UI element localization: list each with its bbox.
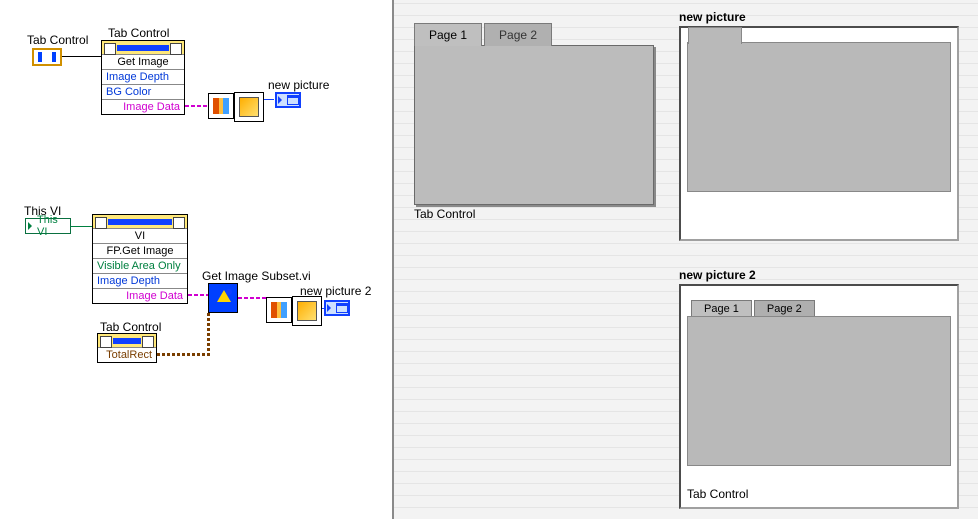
tab-page-1[interactable]: Page 1 (414, 23, 482, 46)
new-picture-label: new picture (268, 78, 329, 92)
new-picture-2-display[interactable]: Page 1 Page 2 Tab Control (679, 284, 959, 509)
wire-rect-v (207, 313, 210, 356)
property-node-total-rect[interactable]: TotalRect (97, 333, 157, 363)
wire (62, 56, 101, 57)
new-picture-caption: new picture (679, 10, 959, 24)
captured-tab-image-2 (687, 316, 951, 466)
new-picture-indicator[interactable] (275, 92, 301, 108)
new-picture-2-label: new picture 2 (300, 284, 371, 298)
wire-picture (264, 99, 274, 100)
vi-class: VI (93, 229, 187, 244)
method-fp-get-image: FP.Get Image (93, 244, 187, 259)
param-image-depth-2: Image Depth (93, 274, 187, 289)
method-get-image: Get Image (102, 55, 184, 70)
tab-control[interactable]: Page 1 Page 2 Tab Control (414, 22, 654, 221)
tab-control-caption: Tab Control (414, 207, 654, 221)
new-picture-2-caption: new picture 2 (679, 268, 959, 282)
get-image-subset-label: Get Image Subset.vi (202, 269, 311, 283)
wire-image-data-2 (188, 294, 208, 296)
captured-tab-image (687, 42, 951, 192)
draw-flattened-pixmap-icon-2[interactable] (266, 297, 292, 323)
captured-tab-page-2: Page 2 (754, 300, 815, 317)
invoke-node-title-top: Tab Control (108, 26, 169, 40)
output-image-data-2: Image Data (93, 289, 187, 303)
this-vi-reference[interactable]: This VI (25, 218, 71, 234)
new-picture-2-indicator[interactable] (324, 300, 350, 316)
wire-vi-ref (71, 226, 93, 227)
param-visible-area: Visible Area Only (93, 259, 187, 274)
new-picture-display[interactable] (679, 26, 959, 241)
get-image-subset-subvi[interactable] (208, 283, 238, 313)
captured-tab-caption: Tab Control (687, 487, 748, 501)
wire-subset-out (238, 297, 266, 299)
output-image-data: Image Data (102, 100, 184, 114)
tab-control-terminal[interactable] (32, 48, 62, 66)
prop-total-rect: TotalRect (98, 348, 156, 362)
captured-tab-page-1: Page 1 (691, 300, 752, 317)
block-diagram: Tab Control Tab Control Get Image Image … (0, 0, 392, 519)
front-panel: Page 1 Page 2 Tab Control new picture ne… (392, 0, 978, 519)
wire-image-data (185, 105, 209, 107)
draw-pixmap-subvi-icon-2[interactable] (292, 296, 322, 326)
new-picture-frame: new picture (679, 10, 959, 241)
invoke-node-fp-get-image[interactable]: VI FP.Get Image Visible Area Only Image … (92, 214, 188, 304)
param-image-depth: Image Depth (102, 70, 184, 85)
param-bg-color: BG Color (102, 85, 184, 100)
draw-flattened-pixmap-icon[interactable] (208, 93, 234, 119)
tab-page-area (414, 45, 654, 205)
wire-rect-h (157, 353, 209, 356)
tab-page-2[interactable]: Page 2 (484, 23, 552, 46)
draw-pixmap-subvi-icon[interactable] (234, 92, 264, 122)
new-picture-2-frame: new picture 2 Page 1 Page 2 Tab Control (679, 268, 959, 509)
invoke-node-get-image[interactable]: Get Image Image Depth BG Color Image Dat… (101, 40, 185, 115)
wire-picture-2 (322, 308, 326, 309)
tab-control-prop-label: Tab Control (100, 320, 161, 334)
tab-control-terminal-label: Tab Control (27, 33, 88, 47)
